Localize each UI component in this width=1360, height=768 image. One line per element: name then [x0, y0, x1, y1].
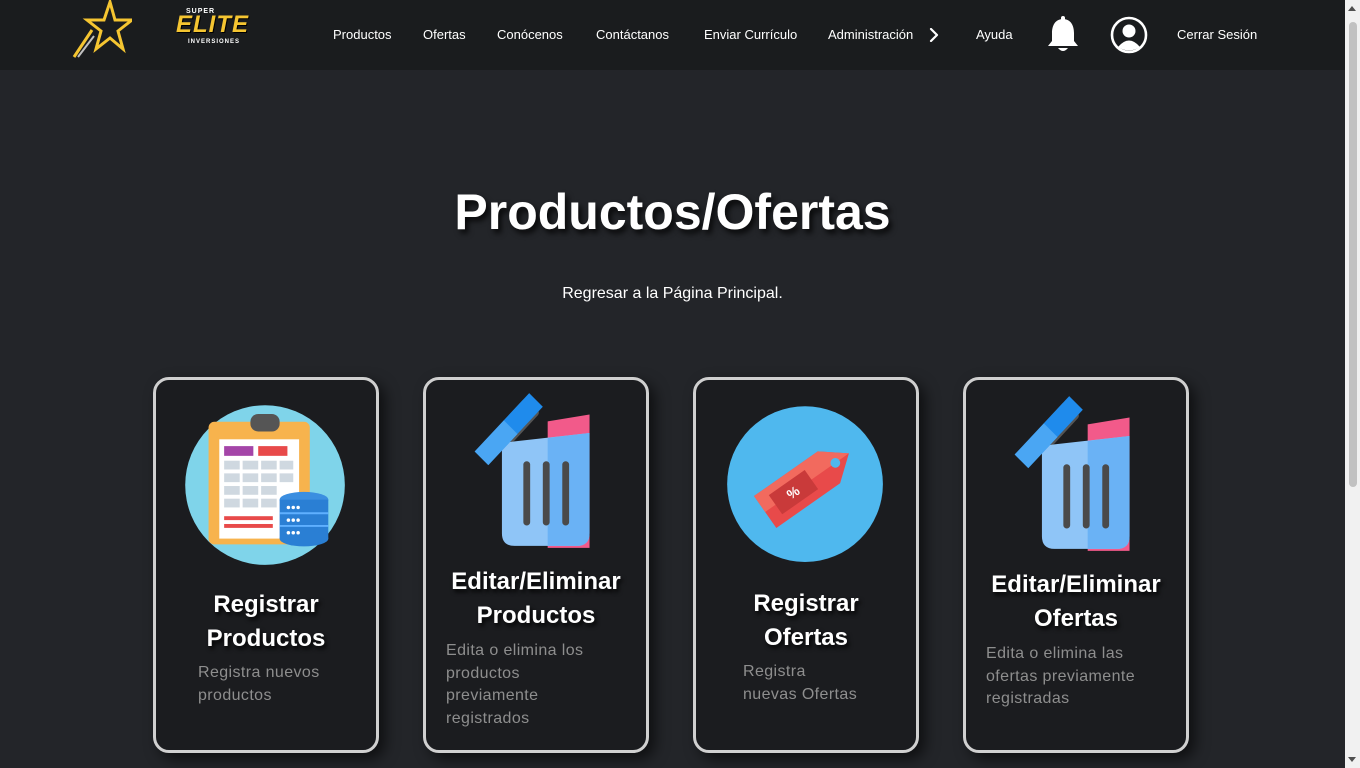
card-desc-line: registrados — [446, 709, 530, 727]
card-desc-line: Registra — [743, 663, 806, 680]
card-desc-line: Edita o elimina las — [986, 645, 1124, 662]
card-title-line: Editar/Eliminar — [451, 568, 621, 595]
card-title-line: Registrar — [213, 591, 319, 618]
nav-productos[interactable]: Productos — [333, 27, 392, 42]
nav-ofertas[interactable]: Ofertas — [423, 27, 466, 42]
nav-enviar-curriculo[interactable]: Enviar Currículo — [704, 27, 797, 42]
nav-administracion[interactable]: Administración — [828, 27, 913, 42]
nav-ayuda[interactable]: Ayuda — [976, 27, 1013, 42]
nav-contactanos[interactable]: Contáctanos — [596, 27, 669, 42]
scroll-up-arrow-icon[interactable] — [1348, 6, 1356, 11]
card-desc-line: productos — [198, 686, 272, 704]
card-desc-line: registradas — [986, 690, 1070, 707]
nav-cerrar-sesion[interactable]: Cerrar Sesión — [1177, 27, 1257, 42]
star-logo-icon — [72, 0, 132, 58]
card-description: Edita o elimina las ofertas previamente … — [986, 643, 1135, 711]
logo-elite-text: ELITE — [176, 11, 250, 38]
card-title-line: Productos — [476, 602, 596, 629]
card-editar-eliminar-ofertas[interactable]: Editar/Eliminar Ofertas Edita o elimina … — [963, 377, 1189, 753]
card-description: Edita o elimina los productos previament… — [446, 640, 583, 730]
card-desc-line: ofertas previamente — [986, 667, 1136, 685]
card-desc-line: productos — [446, 664, 520, 682]
card-editar-eliminar-productos[interactable]: Editar/Eliminar Productos Edita o elimin… — [423, 377, 649, 753]
trash-can-icon — [474, 393, 590, 548]
card-title-line: Productos — [206, 625, 326, 652]
back-to-home-link[interactable]: Regresar a la Página Principal. — [0, 285, 1345, 303]
page-title: Productos/Ofertas — [454, 184, 891, 240]
scroll-down-arrow-icon[interactable] — [1348, 757, 1356, 762]
card-registrar-productos[interactable]: Registrar Productos Registra nuevos prod… — [153, 377, 379, 753]
trash-can-icon — [1014, 396, 1130, 551]
card-desc-line: Registra nuevos — [198, 664, 320, 681]
card-title-line: Ofertas — [763, 624, 849, 651]
card-title-line: Ofertas — [1033, 605, 1119, 632]
card-title-line: Registrar — [753, 590, 859, 617]
card-desc-line: Edita o elimina los — [446, 642, 584, 659]
card-desc-line: previamente — [446, 687, 539, 704]
notification-bell-icon[interactable] — [1046, 16, 1080, 54]
price-tag-icon: % — [727, 406, 883, 562]
scrollbar-thumb[interactable] — [1349, 22, 1357, 487]
chevron-right-icon[interactable] — [929, 28, 939, 42]
vertical-scrollbar[interactable] — [1345, 0, 1360, 768]
card-registrar-ofertas[interactable]: % Registrar Ofertas Registra nuevas Ofer… — [693, 377, 919, 753]
clipboard-database-icon — [185, 405, 345, 565]
top-navbar: SUPER ELITE INVERSIONES Productos Oferta… — [0, 0, 1345, 70]
card-description: Registra nuevos productos — [198, 662, 320, 707]
card-desc-line: nuevas Ofertas — [743, 685, 858, 703]
nav-conocenos[interactable]: Conócenos — [497, 27, 563, 42]
logo-inversiones-text: INVERSIONES — [188, 39, 241, 45]
card-title-line: Editar/Eliminar — [991, 571, 1161, 598]
user-account-icon[interactable] — [1110, 16, 1148, 54]
brand-logo[interactable]: SUPER ELITE INVERSIONES — [72, 0, 248, 60]
card-description: Registra nuevas Ofertas — [743, 661, 857, 706]
